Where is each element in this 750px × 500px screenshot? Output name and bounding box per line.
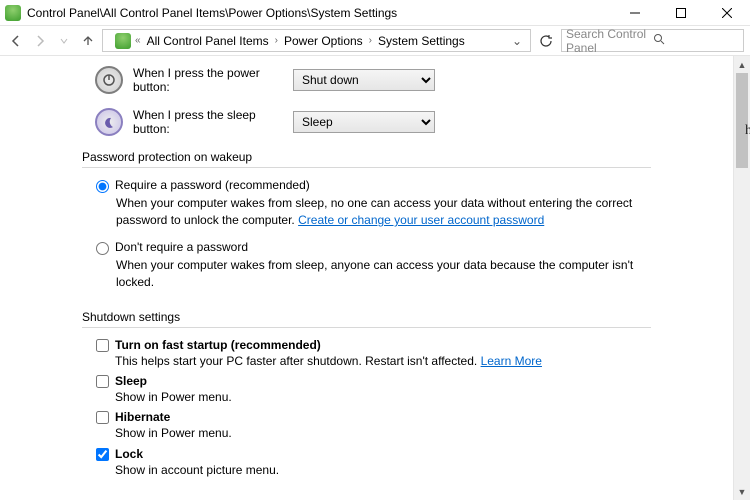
breadcrumb-dropdown-icon[interactable]: ⌄ [508,34,526,48]
scroll-down-button[interactable]: ▼ [734,483,750,500]
minimize-button[interactable] [612,0,658,26]
shutdown-heading: Shutdown settings [82,310,651,328]
power-icon [95,66,123,94]
power-button-row: When I press the power button: Shut down [95,66,733,94]
recent-dropdown[interactable] [54,31,74,51]
title-bar: Control Panel\All Control Panel Items\Po… [0,0,750,26]
learn-more-link[interactable]: Learn More [481,354,542,368]
fast-startup-checkbox[interactable] [96,339,109,352]
crumb-all-items[interactable]: All Control Panel Items [145,34,271,48]
dont-require-password-desc: When your computer wakes from sleep, any… [116,257,641,292]
dont-require-password-label[interactable]: Don't require a password [115,240,248,254]
window-title: Control Panel\All Control Panel Items\Po… [27,6,612,20]
maximize-button[interactable] [658,0,704,26]
content-area: When I press the power button: Shut down… [0,56,733,500]
lock-checkbox[interactable] [96,448,109,461]
require-password-label[interactable]: Require a password (recommended) [115,178,310,192]
hibernate-label[interactable]: Hibernate [115,410,170,424]
refresh-button[interactable] [535,30,557,52]
back-button[interactable] [6,31,26,51]
change-password-link[interactable]: Create or change your user account passw… [298,213,544,227]
hibernate-checkbox[interactable] [96,411,109,424]
up-button[interactable] [78,31,98,51]
power-button-label: When I press the power button: [133,66,293,94]
chevron-icon: « [133,35,143,46]
search-icon[interactable] [653,33,740,48]
fast-startup-label[interactable]: Turn on fast startup (recommended) [115,338,321,352]
sleep-button-label: When I press the sleep button: [133,108,293,136]
forward-button[interactable] [30,31,50,51]
scroll-up-button[interactable]: ▲ [734,56,750,73]
require-password-desc: When your computer wakes from sleep, no … [116,195,641,230]
password-section: Password protection on wakeup Require a … [82,150,651,292]
require-password-radio[interactable] [96,180,109,193]
password-heading: Password protection on wakeup [82,150,651,168]
close-button[interactable] [704,0,750,26]
sleep-button-select[interactable]: Sleep [293,111,435,133]
cropped-text: h [745,123,750,139]
crumb-system-settings[interactable]: System Settings [376,34,467,48]
toolbar: « All Control Panel Items › Power Option… [0,26,750,56]
hibernate-desc: Show in Power menu. [115,425,651,442]
power-button-select[interactable]: Shut down [293,69,435,91]
lock-desc: Show in account picture menu. [115,462,651,479]
chevron-icon: › [367,35,374,46]
sleep-label[interactable]: Sleep [115,374,147,388]
sleep-checkbox[interactable] [96,375,109,388]
chevron-icon: › [273,35,280,46]
crumb-power-options[interactable]: Power Options [282,34,365,48]
sleep-desc: Show in Power menu. [115,389,651,406]
breadcrumb[interactable]: « All Control Panel Items › Power Option… [102,29,531,52]
sleep-button-row: When I press the sleep button: Sleep [95,108,733,136]
search-placeholder: Search Control Panel [566,27,653,55]
dont-require-password-radio[interactable] [96,242,109,255]
search-input[interactable]: Search Control Panel [561,29,744,52]
scroll-thumb[interactable] [736,73,748,168]
sleep-icon [95,108,123,136]
lock-label[interactable]: Lock [115,447,143,461]
fast-startup-desc: This helps start your PC faster after sh… [115,353,651,370]
control-panel-icon [115,33,131,49]
shutdown-section: Shutdown settings Turn on fast startup (… [82,310,651,480]
app-icon [5,5,21,21]
